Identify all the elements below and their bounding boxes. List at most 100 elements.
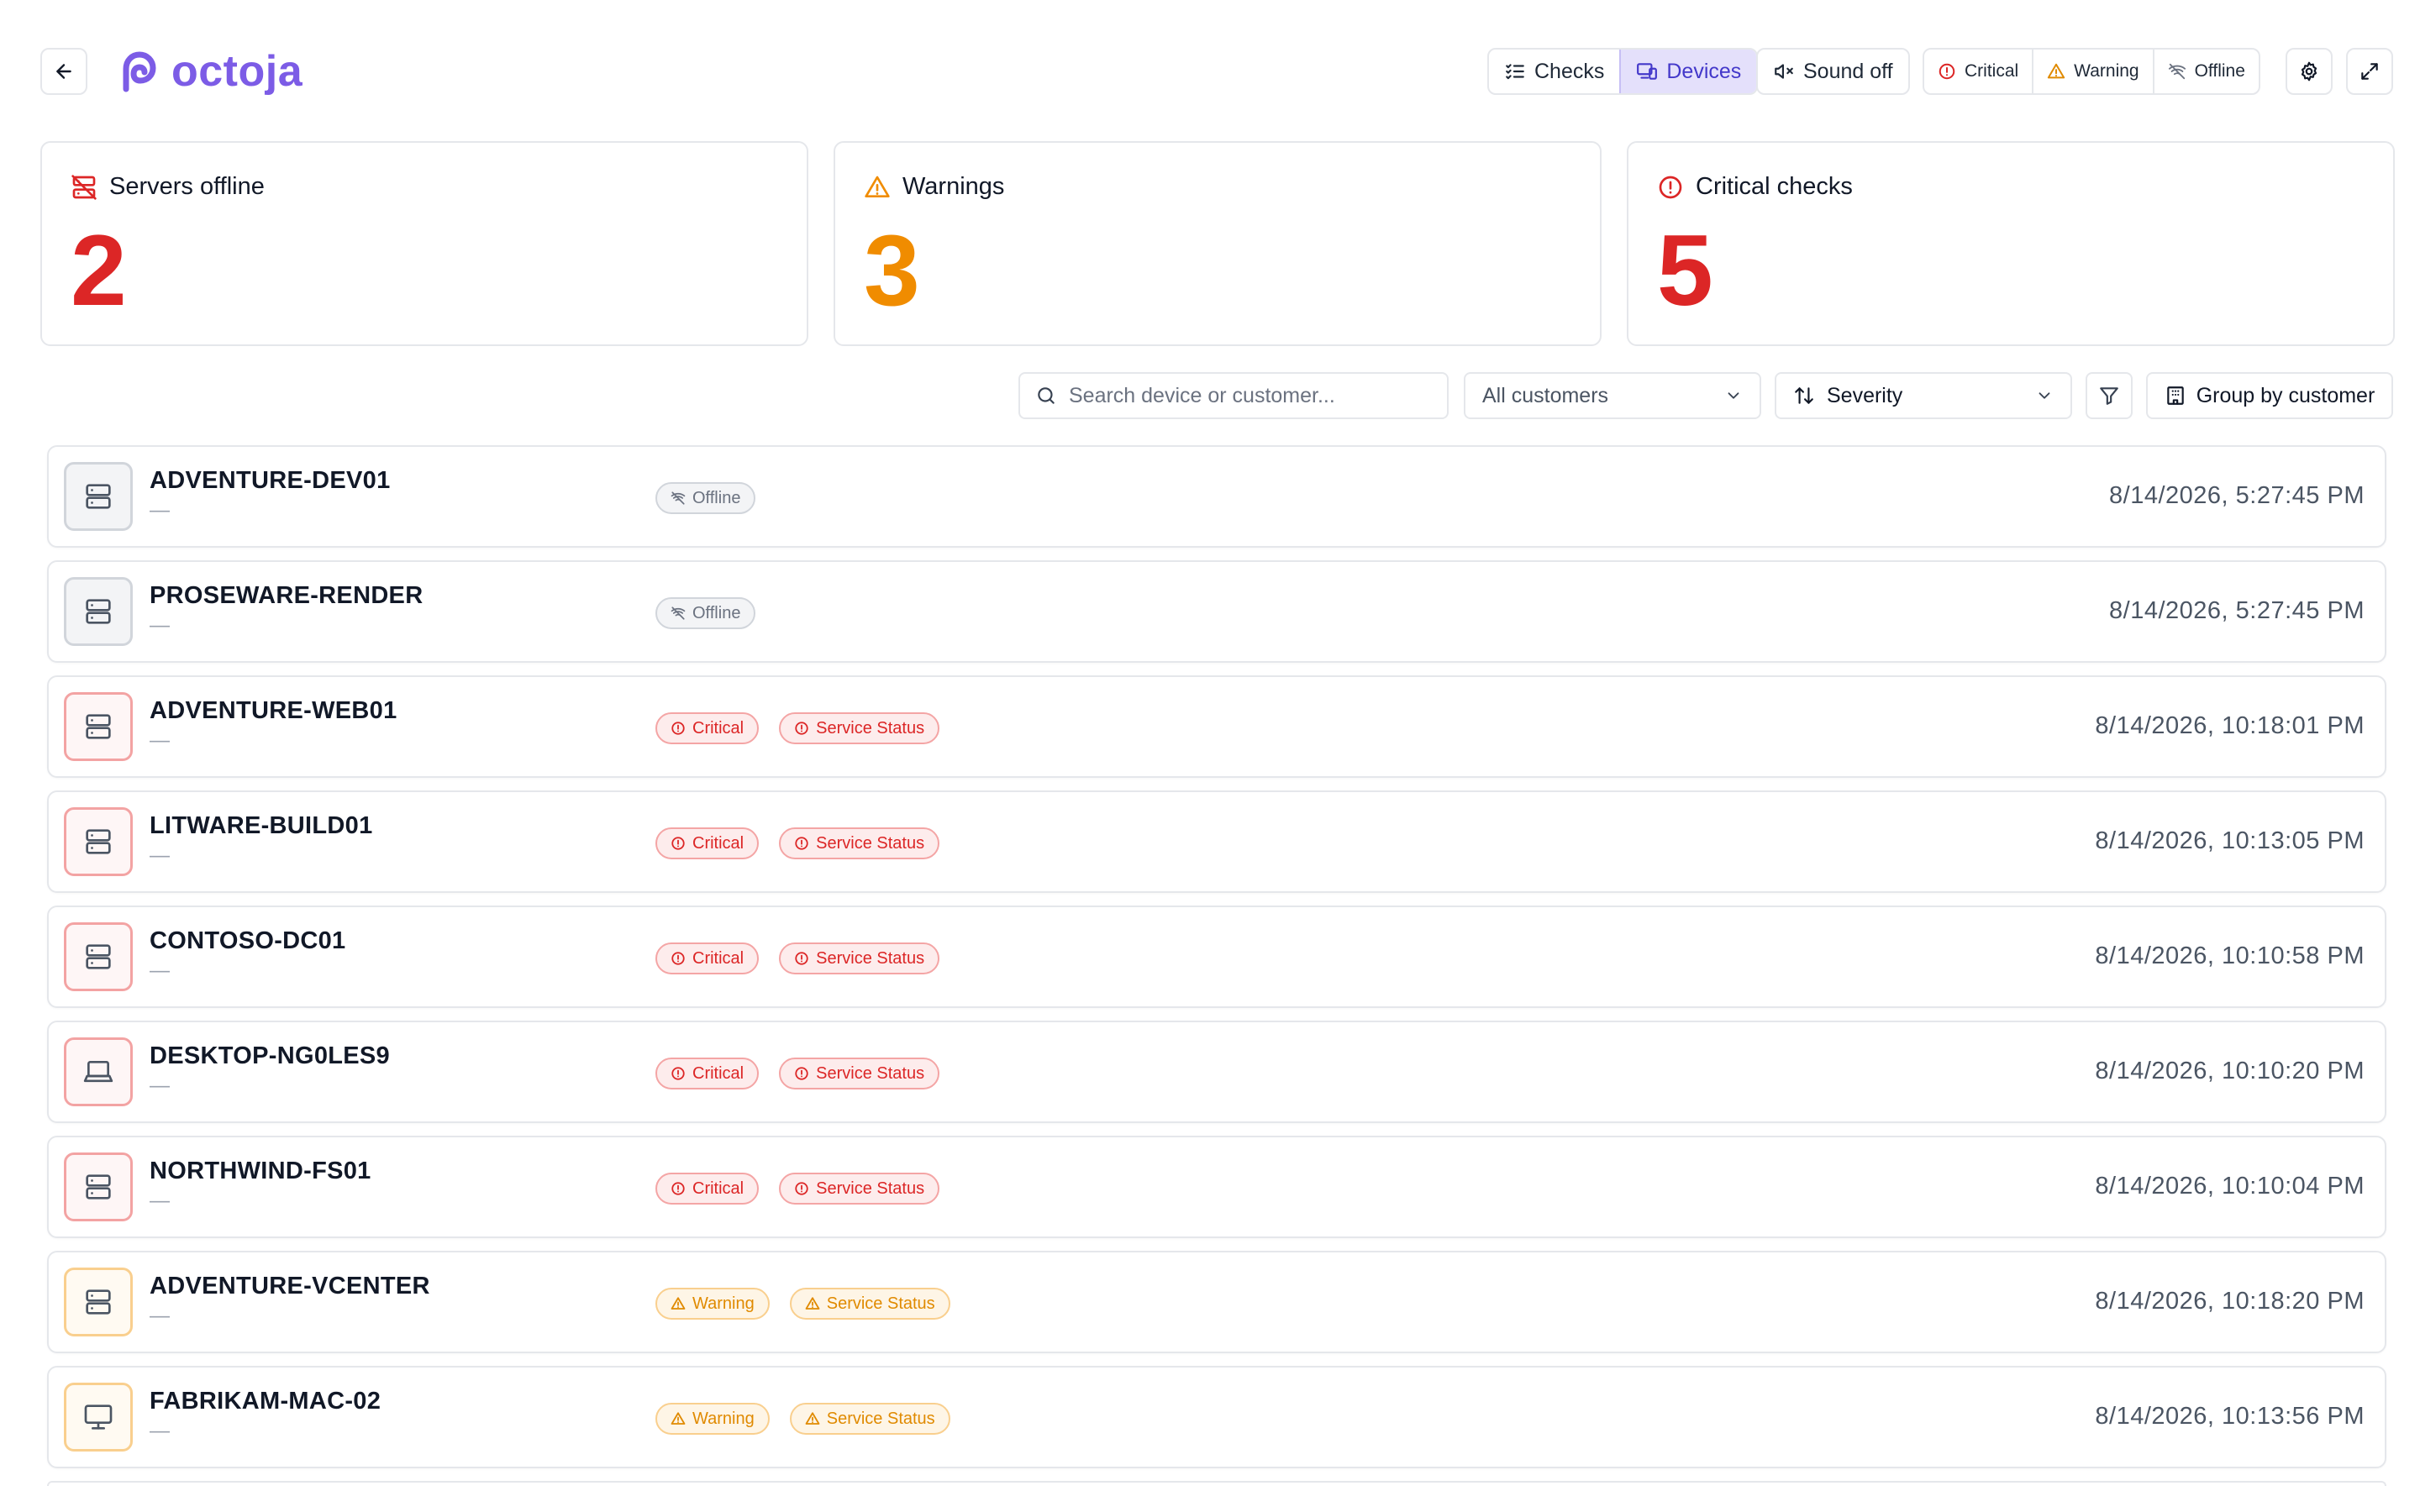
- status-badge-label: Critical: [692, 1179, 744, 1198]
- status-badge-label: Service Status: [816, 718, 925, 738]
- device-row[interactable]: NORTHWIND-FS01 — Critical Service Status 8/1…: [47, 1136, 2386, 1238]
- sort-select[interactable]: Severity: [1775, 372, 2072, 419]
- device-row[interactable]: ADVENTURE-WEB01 — Critical Service Status 8/…: [47, 675, 2386, 778]
- device-name: LITWARE-BUILD01: [150, 812, 373, 839]
- sound-off-button[interactable]: Sound off: [1758, 50, 1908, 93]
- last-seen-timestamp: 8/14/2026, 5:27:45 PM: [2109, 597, 2365, 624]
- device-name: ADVENTURE-WEB01: [150, 697, 397, 724]
- device-row[interactable]: [47, 1481, 2386, 1486]
- tab-devices[interactable]: Devices: [1619, 50, 1757, 93]
- search-input[interactable]: [1069, 383, 1422, 408]
- device-row[interactable]: CONTOSO-DC01 — Critical Service Status 8/14/…: [47, 906, 2386, 1008]
- alert-circle-icon: [794, 951, 809, 966]
- status-filter-group: Critical Warning Offline: [1923, 48, 2260, 95]
- badge-group: Critical Service Status: [655, 712, 940, 744]
- status-badge-label: Offline: [692, 488, 741, 507]
- top-bar: octoja Checks Devices Sound off Critical…: [40, 47, 2393, 96]
- server-off-icon: [71, 174, 97, 200]
- device-row[interactable]: ADVENTURE-VCENTER — Warning Service Status 8…: [47, 1251, 2386, 1353]
- tab-checks-label: Checks: [1534, 59, 1605, 83]
- last-seen-timestamp: 8/14/2026, 10:10:58 PM: [2095, 942, 2365, 969]
- badge-group: Critical Service Status: [655, 942, 940, 974]
- warning-triangle-icon: [805, 1411, 820, 1426]
- filter-critical[interactable]: Critical: [1924, 50, 2032, 93]
- back-button[interactable]: [40, 48, 87, 95]
- sort-arrows-icon: [1795, 387, 1813, 404]
- warning-triangle-icon: [671, 1296, 686, 1311]
- device-customer: —: [150, 959, 170, 982]
- group-by-customer-button[interactable]: Group by customer: [2146, 372, 2393, 419]
- device-row[interactable]: LITWARE-BUILD01 — Critical Service Status 8/…: [47, 790, 2386, 893]
- device-name: DESKTOP-NG0LES9: [150, 1042, 390, 1069]
- stat-card-header: Servers offline: [71, 173, 265, 201]
- stat-label: Servers offline: [109, 173, 265, 200]
- settings-button[interactable]: [2286, 48, 2333, 95]
- last-seen-timestamp: 8/14/2026, 5:27:45 PM: [2109, 482, 2365, 509]
- wifi-off-icon: [2168, 63, 2186, 80]
- fullscreen-button[interactable]: [2346, 48, 2393, 95]
- server-icon: [64, 1268, 133, 1336]
- device-row[interactable]: PROSEWARE-RENDER — Offline 8/14/2026, 5:27:…: [47, 560, 2386, 663]
- stat-card-header: Warnings: [864, 173, 1004, 201]
- logo-text: octoja: [171, 47, 303, 96]
- filter-offline[interactable]: Offline: [2152, 50, 2259, 93]
- filter-warning-label: Warning: [2074, 61, 2139, 81]
- sound-label: Sound off: [1803, 59, 1893, 83]
- server-icon: [64, 1152, 133, 1221]
- status-badge-label: Service Status: [826, 1294, 935, 1313]
- gear-icon: [2301, 61, 2317, 81]
- device-customer: —: [150, 729, 170, 752]
- status-badge: Critical: [655, 827, 760, 859]
- funnel-icon: [2100, 387, 2118, 405]
- status-badge-label: Service Status: [816, 1063, 925, 1083]
- device-name: ADVENTURE-VCENTER: [150, 1273, 430, 1299]
- customer-select-value: All customers: [1482, 383, 1609, 407]
- status-badge: Critical: [655, 1058, 760, 1089]
- device-customer: —: [150, 499, 170, 522]
- alert-circle-icon: [794, 1181, 809, 1196]
- stat-value: 5: [1657, 214, 1713, 327]
- server-icon: [64, 807, 133, 876]
- sound-toggle[interactable]: Sound off: [1756, 48, 1910, 95]
- badge-group: Warning Service Status: [655, 1403, 950, 1435]
- last-seen-timestamp: 8/14/2026, 10:13:56 PM: [2095, 1403, 2365, 1430]
- device-customer: —: [150, 1420, 170, 1442]
- alert-circle-icon: [671, 836, 686, 851]
- status-badge-label: Critical: [692, 1063, 744, 1083]
- device-row[interactable]: FABRIKAM-MAC-02 — Warning Service Status 8/1…: [47, 1366, 2386, 1468]
- alert-circle-icon: [794, 836, 809, 851]
- device-name: ADVENTURE-DEV01: [150, 467, 391, 494]
- filter-warning[interactable]: Warning: [2032, 50, 2152, 93]
- stat-card-critical-checks: Critical checks 5: [1627, 141, 2395, 346]
- server-icon: [64, 922, 133, 991]
- stat-card-header: Critical checks: [1657, 173, 1853, 201]
- search-box: [1018, 372, 1449, 419]
- stat-label: Warnings: [902, 173, 1005, 200]
- filter-offline-label: Offline: [2194, 61, 2245, 81]
- device-customer: —: [150, 1305, 170, 1327]
- wifi-off-icon: [671, 491, 686, 506]
- filter-button[interactable]: [2086, 372, 2133, 419]
- device-customer: —: [150, 1189, 170, 1212]
- status-badge: Service Status: [779, 1173, 940, 1205]
- device-customer: —: [150, 614, 170, 637]
- status-badge: Service Status: [779, 712, 940, 744]
- stat-card-servers-offline: Servers offline 2: [40, 141, 808, 346]
- list-checks-icon: [1506, 64, 1524, 80]
- building-icon: [2166, 386, 2184, 405]
- logo[interactable]: octoja: [116, 47, 303, 96]
- device-customer: —: [150, 844, 170, 867]
- device-list: ADVENTURE-DEV01 — Offline 8/14/2026, 5:27:4…: [47, 445, 2386, 1486]
- device-row[interactable]: DESKTOP-NG0LES9 — Critical Service Status 8/…: [47, 1021, 2386, 1123]
- badge-group: Warning Service Status: [655, 1288, 950, 1320]
- view-toggle: Checks Devices: [1487, 48, 1759, 95]
- customer-select[interactable]: All customers: [1464, 372, 1761, 419]
- status-badge: Service Status: [789, 1288, 950, 1320]
- logo-mark-icon: [123, 51, 156, 92]
- status-badge: Service Status: [779, 1058, 940, 1089]
- alert-circle-icon: [794, 721, 809, 736]
- device-row[interactable]: ADVENTURE-DEV01 — Offline 8/14/2026, 5:27:4…: [47, 445, 2386, 548]
- last-seen-timestamp: 8/14/2026, 10:10:04 PM: [2095, 1173, 2365, 1200]
- status-badge: Service Status: [779, 942, 940, 974]
- tab-checks[interactable]: Checks: [1489, 50, 1619, 93]
